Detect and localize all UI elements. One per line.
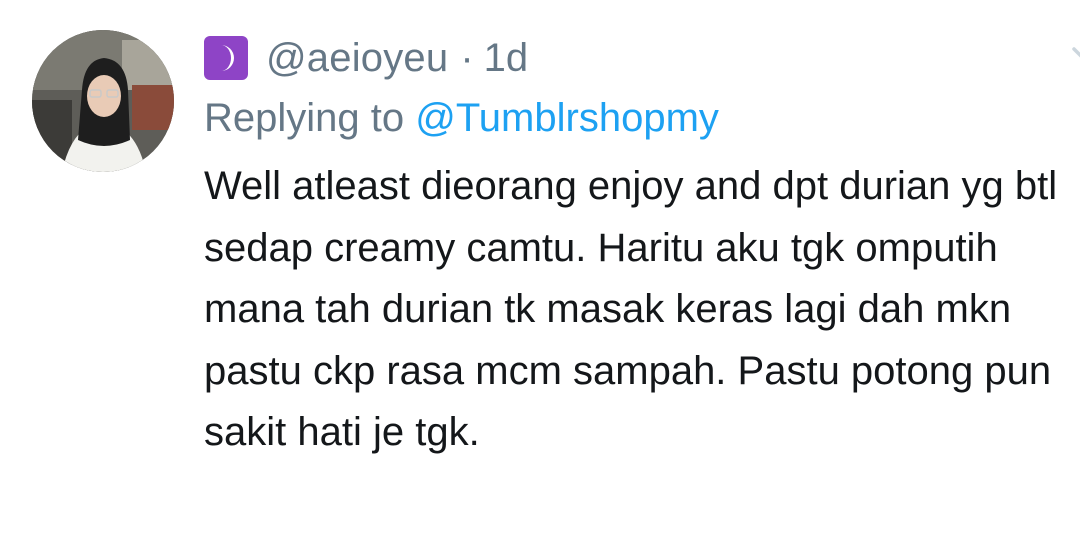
crescent-moon-emoji-icon	[204, 36, 248, 80]
reply-to-link[interactable]: @Tumblrshopmy	[415, 96, 719, 140]
author-handle[interactable]: @aeioyeu	[266, 36, 448, 81]
tweet-body: Well atleast dieorang enjoy and dpt duri…	[204, 164, 1058, 454]
tweet-content: @aeioyeu · 1d Replying to @Tumblrshopmy …	[204, 30, 1080, 464]
avatar[interactable]	[32, 30, 174, 172]
tweet-card[interactable]: @aeioyeu · 1d Replying to @Tumblrshopmy …	[0, 0, 1080, 552]
tweet-header: @aeioyeu · 1d	[204, 30, 1080, 86]
reply-context: Replying to @Tumblrshopmy	[204, 90, 1064, 146]
separator-dot: ·	[460, 35, 474, 80]
avatar-image	[32, 30, 174, 172]
chevron-down-icon[interactable]	[1070, 44, 1080, 68]
reply-prefix: Replying to	[204, 96, 405, 140]
timestamp[interactable]: 1d	[484, 36, 529, 81]
